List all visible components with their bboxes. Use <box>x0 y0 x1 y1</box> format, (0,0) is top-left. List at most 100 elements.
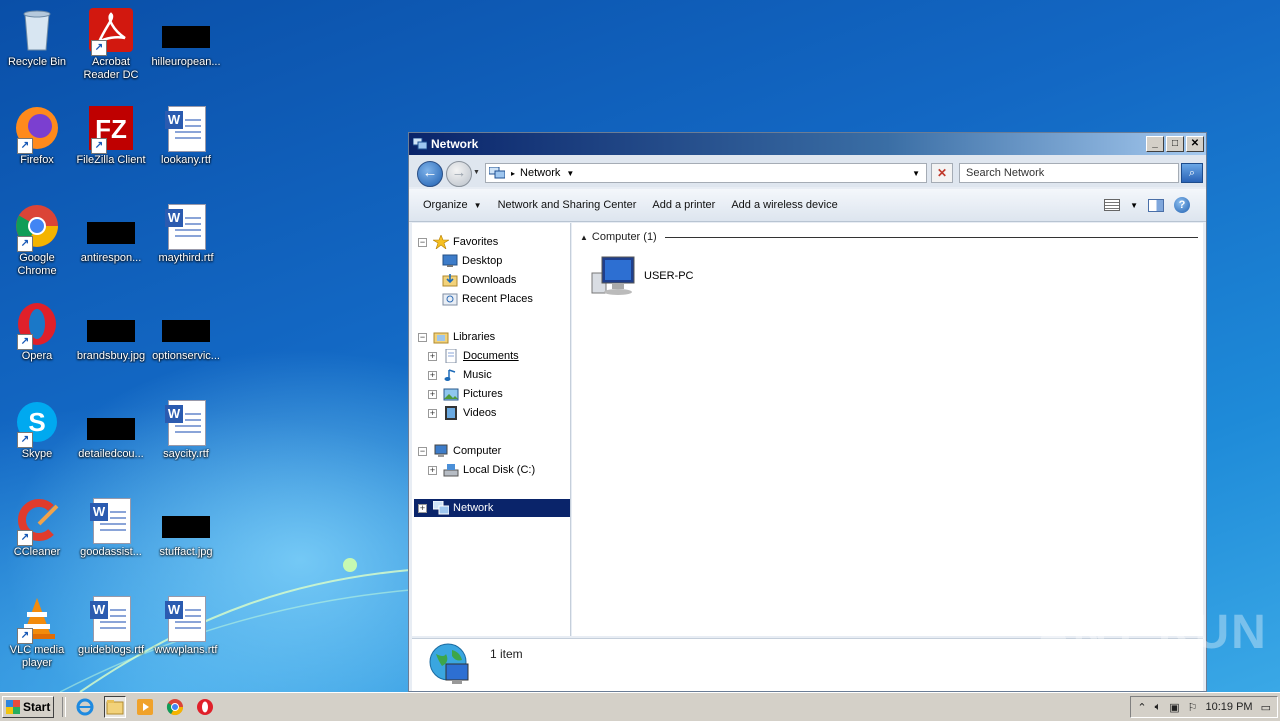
address-row: ← → ▼ ▸ Network ▼ ▼ ✕ Search Network ⌕ <box>409 155 1206 187</box>
tree-item-pictures[interactable]: + Pictures <box>428 385 503 403</box>
opera-taskbar-icon[interactable] <box>194 696 216 718</box>
tree-item-favorites[interactable]: − Favorites <box>418 233 498 251</box>
videos-icon <box>445 406 457 420</box>
desktop-icon-firefox[interactable]: ↗ Firefox <box>0 104 74 167</box>
window-titlebar[interactable]: Network _ □ ✕ <box>409 133 1206 155</box>
show-hidden-icons-icon[interactable]: ⌃ <box>1137 701 1146 714</box>
group-header[interactable]: ▲ Computer (1) <box>580 231 1198 243</box>
change-view-icon[interactable] <box>1104 199 1121 211</box>
start-button[interactable]: Start <box>2 696 54 718</box>
filezilla-icon: FZ ↗ <box>87 104 135 154</box>
back-button[interactable]: ← <box>417 161 443 187</box>
taskbar: Start ⌃ 🔈︎ ▣ ⚐ 10:19 PM ▭ <box>0 692 1280 721</box>
start-label: Start <box>23 700 51 714</box>
expand-icon[interactable]: + <box>418 503 427 513</box>
tree-item-network[interactable]: + Network <box>414 499 570 517</box>
organize-button[interactable]: Organize ▼ <box>415 199 490 211</box>
desktop-icon-acrobat[interactable]: ↗ Acrobat Reader DC <box>74 6 148 82</box>
tree-item-videos[interactable]: + Videos <box>428 404 496 422</box>
explorer-taskbar-button[interactable] <box>104 696 126 718</box>
expand-icon[interactable]: + <box>428 351 437 361</box>
search-button[interactable]: ⌕ <box>1181 163 1203 183</box>
media-player-icon[interactable] <box>134 696 156 718</box>
tree-item-libraries[interactable]: − Libraries <box>418 328 495 346</box>
stop-refresh-button[interactable]: ✕ <box>931 163 953 183</box>
tree-label: Desktop <box>462 255 503 267</box>
tree-item-music[interactable]: + Music <box>428 366 492 384</box>
breadcrumb-network[interactable]: Network <box>520 167 560 179</box>
desktop-icon-file[interactable]: W lookany.rtf <box>149 104 223 167</box>
search-icon: ⌕ <box>1188 167 1196 179</box>
desktop-icon-vlc[interactable]: ↗ VLC media player <box>0 594 74 670</box>
downloads-folder-icon <box>442 274 458 287</box>
collapse-icon[interactable]: − <box>418 332 427 342</box>
navigation-pane: − Favorites Desktop Downloads Recent Pla… <box>412 223 571 636</box>
address-bar[interactable]: ▸ Network ▼ ▼ <box>485 163 927 183</box>
tree-item-downloads[interactable]: Downloads <box>442 271 516 289</box>
forward-button[interactable]: → <box>446 161 472 187</box>
chrome-taskbar-icon[interactable] <box>164 696 186 718</box>
desktop-icon-recycle-bin[interactable]: Recycle Bin <box>0 6 74 69</box>
help-icon[interactable]: ? <box>1174 197 1190 213</box>
shortcut-arrow-icon: ↗ <box>17 432 33 448</box>
expand-icon[interactable]: + <box>428 389 437 399</box>
desktop-icon-file[interactable]: stuffact.jpg <box>149 496 223 559</box>
tree-item-documents[interactable]: + Documents <box>428 347 519 365</box>
collapse-icon[interactable]: − <box>418 237 427 247</box>
add-wireless-device-button[interactable]: Add a wireless device <box>723 199 845 211</box>
network-tray-icon[interactable]: ▣ <box>1169 701 1179 714</box>
group-divider <box>664 236 1198 238</box>
desktop-icon-file[interactable]: W saycity.rtf <box>149 398 223 461</box>
desktop-icon-chrome[interactable]: ↗ Google Chrome <box>0 202 74 278</box>
minimize-button[interactable]: _ <box>1146 136 1164 152</box>
expand-icon[interactable]: + <box>428 465 437 475</box>
preview-pane-icon[interactable] <box>1148 198 1164 212</box>
word-document-icon: W <box>87 496 135 544</box>
desktop-icon-file[interactable]: W maythird.rtf <box>149 202 223 265</box>
desktop-icon-file[interactable]: detailedcou... <box>74 398 148 461</box>
close-button[interactable]: ✕ <box>1186 136 1204 152</box>
tree-item-computer[interactable]: − Computer <box>418 442 501 460</box>
desktop-icon-file[interactable]: W wwwplans.rtf <box>149 594 223 657</box>
tree-item-desktop[interactable]: Desktop <box>442 252 502 270</box>
collapse-icon[interactable]: − <box>418 446 427 456</box>
show-desktop-icon[interactable]: ▭ <box>1261 701 1271 714</box>
chrome-icon: ↗ <box>13 202 61 252</box>
network-item-computer[interactable]: USER-PC <box>590 255 694 297</box>
search-input[interactable]: Search Network <box>959 163 1179 183</box>
internet-explorer-icon[interactable] <box>74 696 96 718</box>
volume-icon[interactable]: 🔈︎ <box>1155 701 1162 714</box>
network-sharing-center-button[interactable]: Network and Sharing Center <box>490 199 645 211</box>
desktop-icon-skype[interactable]: S ↗ Skype <box>0 398 74 461</box>
desktop-icon-file[interactable]: brandsbuy.jpg <box>74 300 148 363</box>
desktop-icon-filezilla[interactable]: FZ ↗ FileZilla Client <box>74 104 148 167</box>
expand-icon[interactable]: + <box>428 408 437 418</box>
expand-icon[interactable]: + <box>428 370 437 380</box>
desktop-icon-file[interactable]: optionservic... <box>149 300 223 363</box>
tree-item-recent-places[interactable]: Recent Places <box>442 290 533 308</box>
breadcrumb-separator-icon[interactable]: ▸ <box>511 169 515 178</box>
desktop-icon-file[interactable]: W guideblogs.rtf <box>74 594 148 657</box>
clock[interactable]: 10:19 PM <box>1206 701 1253 713</box>
system-tray: ⌃ 🔈︎ ▣ ⚐ 10:19 PM ▭ <box>1130 696 1278 718</box>
organize-label: Organize <box>423 199 468 211</box>
maximize-button[interactable]: □ <box>1166 136 1184 152</box>
desktop-icon-file[interactable]: hilleuropean... <box>149 6 223 69</box>
add-printer-button[interactable]: Add a printer <box>644 199 723 211</box>
collapse-arrow-icon[interactable]: ▲ <box>580 233 588 242</box>
computer-icon <box>591 256 635 295</box>
tree-label: Computer <box>453 445 502 457</box>
desktop-icon-file[interactable]: antirespon... <box>74 202 148 265</box>
address-dropdown-button[interactable]: ▼ <box>912 169 920 178</box>
acrobat-icon: ↗ <box>87 6 135 56</box>
tree-item-local-disk[interactable]: + Local Disk (C:) <box>428 461 535 479</box>
shortcut-arrow-icon: ↗ <box>17 334 33 350</box>
chevron-down-icon[interactable]: ▼ <box>566 169 574 178</box>
desktop-icon-file[interactable]: W goodassist... <box>74 496 148 559</box>
desktop-icon-opera[interactable]: ↗ Opera <box>0 300 74 363</box>
action-center-flag-icon[interactable]: ⚐ <box>1188 701 1198 714</box>
redacted-thumbnail <box>87 398 135 446</box>
desktop-icon-ccleaner[interactable]: ↗ CCleaner <box>0 496 74 559</box>
recent-pages-dropdown[interactable]: ▼ <box>473 169 480 176</box>
chevron-down-icon[interactable]: ▼ <box>1130 201 1138 210</box>
